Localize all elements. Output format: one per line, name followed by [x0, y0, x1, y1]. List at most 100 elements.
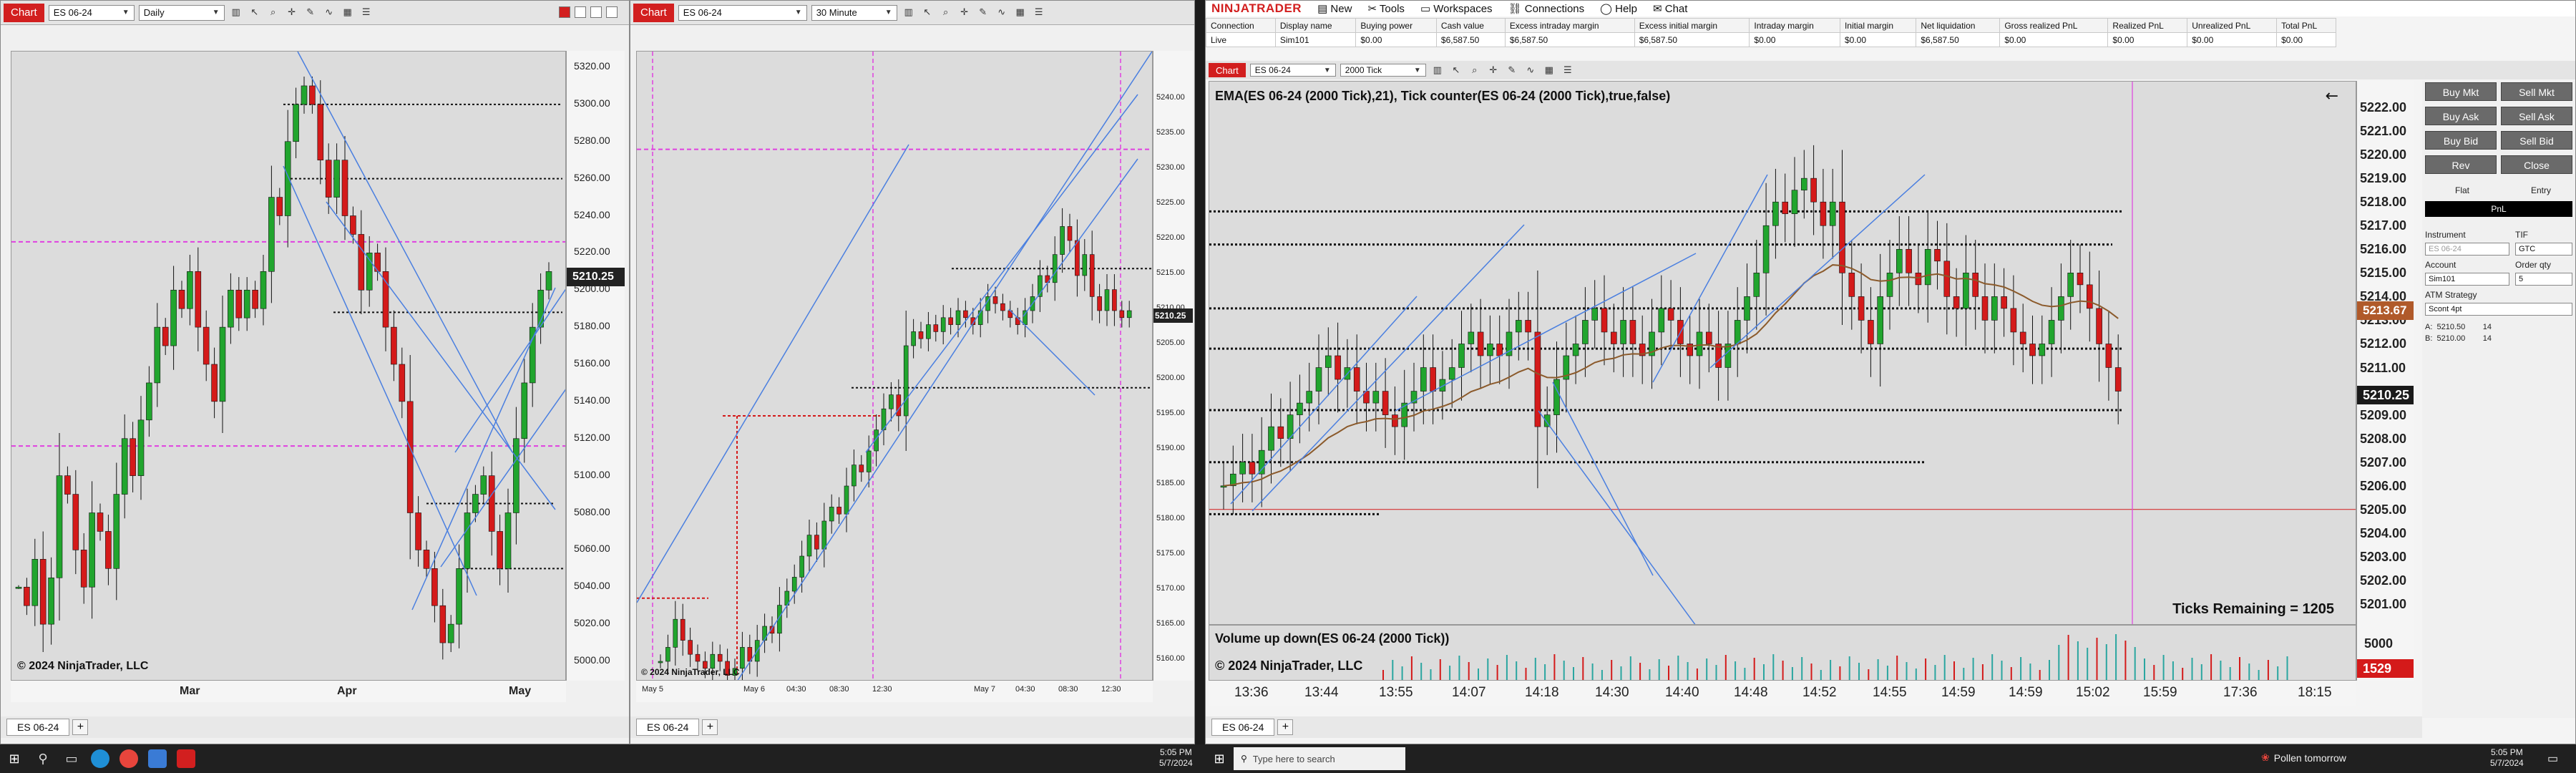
volume-bar — [1468, 662, 1470, 680]
tick-price-plot[interactable]: EMA(ES 06-24 (2000 Tick),21), Tick count… — [1209, 81, 2356, 625]
window-minimize-icon[interactable] — [606, 6, 618, 18]
accounts-column-header[interactable]: Intraday margin — [1749, 18, 1840, 33]
accounts-column-header[interactable]: Net liquidation — [1916, 18, 2001, 33]
accounts-column-header[interactable]: Display name — [1274, 18, 1357, 33]
zoom-icon[interactable]: ⌕ — [939, 6, 953, 20]
close-position-button[interactable]: Close — [2501, 155, 2572, 174]
interval-selector[interactable]: Daily ▼ — [138, 4, 225, 21]
reverse-button[interactable]: Rev — [2425, 155, 2497, 174]
drawing-tools-icon[interactable]: ✎ — [976, 6, 990, 20]
menu-connections[interactable]: ⛓ Connections — [1508, 2, 1585, 15]
tif-select[interactable]: GTC — [2515, 243, 2572, 256]
window-close-icon[interactable] — [559, 6, 570, 18]
strategy-icon[interactable]: ▦ — [341, 6, 355, 20]
indicator-icon[interactable]: ∿ — [1523, 63, 1538, 77]
tab-es-06-24[interactable]: ES 06-24 — [6, 719, 70, 736]
chart-tab[interactable]: Chart — [1209, 63, 1246, 77]
volume-axis[interactable]: 5000 1529 — [2356, 625, 2414, 681]
windows-start-icon[interactable]: ⊞ — [1205, 744, 1234, 773]
volume-plot[interactable]: Volume up down(ES 06-24 (2000 Tick)) © 2… — [1209, 625, 2356, 681]
menu-chat[interactable]: ✉ Chat — [1653, 2, 1687, 15]
chrome-icon[interactable] — [114, 744, 143, 773]
tick-price-axis[interactable]: 5222.00 5221.00 5220.00 5219.00 5218.00 5217.… — [2356, 81, 2414, 625]
accounts-column-header[interactable]: Excess intraday margin — [1504, 18, 1635, 33]
atm-strategy-select[interactable]: Scont 4pt — [2425, 303, 2572, 316]
intraday-price-axis[interactable]: 5240.00 5235.00 5230.00 5225.00 5220.00 5215.… — [1153, 51, 1193, 681]
accounts-column-header[interactable]: Excess initial margin — [1634, 18, 1750, 33]
indicator-icon[interactable]: ∿ — [322, 6, 336, 20]
ninjatrader-taskbar-icon[interactable] — [172, 744, 200, 773]
up-candle — [829, 507, 834, 522]
windows-start-icon[interactable]: ⊞ — [0, 744, 29, 773]
accounts-column-header[interactable]: Realized PnL — [2107, 18, 2188, 33]
menu-help[interactable]: ◯ Help — [1600, 2, 1637, 15]
crosshair-icon[interactable]: ✛ — [957, 6, 972, 20]
bar-type-icon[interactable]: ▥ — [229, 6, 243, 20]
bar-type-icon[interactable]: ▥ — [1430, 63, 1445, 77]
accounts-column-header[interactable]: Total PnL — [2276, 18, 2336, 33]
window-restore-icon[interactable] — [575, 6, 586, 18]
taskbar-search-box[interactable]: ⚲ Type here to search — [1234, 747, 1405, 770]
add-tab-icon[interactable]: + — [1277, 719, 1294, 735]
daily-price-plot[interactable]: © 2024 NinjaTrader, LLC — [11, 51, 566, 681]
menu-workspaces[interactable]: ▭ Workspaces — [1420, 2, 1493, 15]
buy-market-button[interactable]: Buy Mkt — [2425, 82, 2497, 101]
search-icon[interactable]: ⚲ — [29, 744, 57, 773]
right-clock[interactable]: 5:05 PM 5/7/2024 — [2490, 747, 2524, 769]
properties-icon[interactable]: ☰ — [1032, 6, 1046, 20]
account-select[interactable]: Sim101 — [2425, 273, 2509, 286]
buy-bid-button[interactable]: Buy Bid — [2425, 131, 2497, 150]
store-icon[interactable] — [143, 744, 172, 773]
instrument-selector[interactable]: ES 06-24 ▼ — [678, 4, 807, 21]
zoom-icon[interactable]: ⌕ — [1468, 63, 1482, 77]
accounts-column-header[interactable]: Unrealized PnL — [2187, 18, 2278, 33]
pointer-icon[interactable]: ↖ — [920, 6, 935, 20]
accounts-column-header[interactable]: Cash value — [1435, 18, 1506, 33]
sell-bid-button[interactable]: Sell Bid — [2501, 131, 2572, 150]
order-qty-input[interactable]: 5 — [2515, 273, 2572, 286]
zoom-icon[interactable]: ⌕ — [266, 6, 280, 20]
menu-new[interactable]: ▤ New — [1317, 2, 1352, 15]
interval-selector[interactable]: 2000 Tick ▼ — [1340, 64, 1426, 77]
edge-icon[interactable] — [86, 744, 114, 773]
notifications-icon[interactable]: ▭ — [2547, 752, 2558, 766]
accounts-column-header[interactable]: Initial margin — [1839, 18, 1917, 33]
accounts-column-header[interactable]: Gross realized PnL — [1999, 18, 2109, 33]
window-maximize-icon[interactable] — [590, 6, 602, 18]
instrument-field[interactable]: ES 06-24 — [2425, 243, 2509, 256]
chart-tab[interactable]: Chart — [633, 3, 674, 22]
bar-type-icon[interactable]: ▥ — [902, 6, 916, 20]
add-tab-icon[interactable]: + — [72, 719, 89, 735]
daily-price-axis[interactable]: 5320.00 5300.00 5280.00 5260.00 5240.00 5220.… — [566, 51, 625, 681]
pointer-icon[interactable]: ↖ — [1449, 63, 1463, 77]
accounts-column-header[interactable]: Connection — [1206, 18, 1276, 33]
weather-widget[interactable]: ❀ Pollen tomorrow — [2261, 752, 2346, 764]
crosshair-icon[interactable]: ✛ — [1486, 63, 1501, 77]
buy-ask-button[interactable]: Buy Ask — [2425, 107, 2497, 125]
strategy-icon[interactable]: ▦ — [1013, 6, 1028, 20]
tab-es-06-24[interactable]: ES 06-24 — [1211, 719, 1275, 736]
instrument-selector[interactable]: ES 06-24 ▼ — [48, 4, 135, 21]
strategy-icon[interactable]: ▦ — [1542, 63, 1556, 77]
properties-icon[interactable]: ☰ — [359, 6, 374, 20]
crosshair-icon[interactable]: ✛ — [285, 6, 299, 20]
sell-market-button[interactable]: Sell Mkt — [2501, 82, 2572, 101]
menu-tools[interactable]: ✂ Tools — [1367, 2, 1405, 15]
add-tab-icon[interactable]: + — [702, 719, 718, 735]
arrow-left-icon[interactable]: ← — [2326, 87, 2338, 105]
drawing-tools-icon[interactable]: ✎ — [303, 6, 318, 20]
drawing-tools-icon[interactable]: ✎ — [1505, 63, 1519, 77]
accounts-column-header[interactable]: Buying power — [1355, 18, 1437, 33]
pointer-icon[interactable]: ↖ — [248, 6, 262, 20]
properties-icon[interactable]: ☰ — [1561, 63, 1575, 77]
intraday-price-plot[interactable]: © 2024 NinjaTrader, LLC — [636, 51, 1153, 681]
indicator-icon[interactable]: ∿ — [995, 6, 1009, 20]
instrument-selector[interactable]: ES 06-24 ▼ — [1249, 64, 1336, 77]
task-view-icon[interactable]: ▭ — [57, 744, 86, 773]
sell-ask-button[interactable]: Sell Ask — [2501, 107, 2572, 125]
chart-tab[interactable]: Chart — [4, 3, 44, 22]
tab-es-06-24[interactable]: ES 06-24 — [636, 719, 700, 736]
accounts-row[interactable]: Live Sim101 $0.00 $6,587.50 $6,587.50 $6,587.… — [1206, 32, 2336, 47]
interval-selector[interactable]: 30 Minute ▼ — [811, 4, 897, 21]
left-clock[interactable]: 5:05 PM 5/7/2024 — [1159, 747, 1193, 769]
